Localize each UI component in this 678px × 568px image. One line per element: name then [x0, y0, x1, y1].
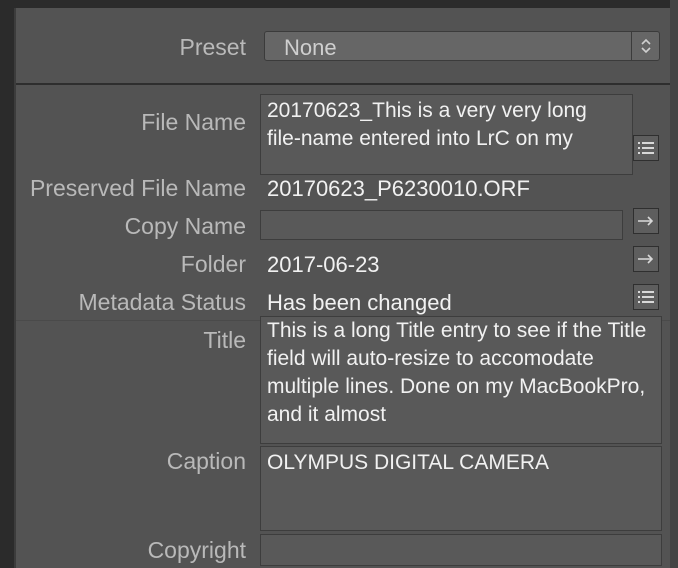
folder-label: Folder	[180, 251, 246, 277]
preset-selected-value: None	[284, 35, 337, 60]
top-border	[0, 0, 678, 8]
metadata-status-label: Metadata Status	[78, 289, 247, 315]
arrow-right-icon	[638, 216, 654, 226]
file-name-field[interactable]: 20170623_This is a very very long file-n…	[260, 94, 633, 175]
metadata-status-list-button[interactable]	[633, 284, 659, 310]
title-value: This is a long Title entry to see if the…	[267, 319, 653, 426]
caption-value: OLYMPUS DIGITAL CAMERA	[267, 451, 549, 474]
arrow-right-icon	[638, 254, 654, 264]
preserved-file-name-label: Preserved File Name	[29, 175, 246, 201]
right-panel-edge	[670, 0, 678, 568]
caption-field[interactable]: OLYMPUS DIGITAL CAMERA	[260, 446, 662, 531]
folder-goto-button[interactable]	[633, 246, 659, 272]
preset-select[interactable]: None	[264, 31, 660, 61]
list-icon	[638, 291, 654, 303]
copy-name-goto-button[interactable]	[633, 208, 659, 234]
copyright-field[interactable]	[260, 534, 662, 566]
folder-value: 2017-06-23	[267, 252, 380, 277]
up-down-chevron-icon	[631, 32, 659, 60]
file-name-value: 20170623_This is a very very long file-n…	[267, 99, 593, 150]
title-label: Title	[203, 327, 246, 353]
file-name-label: File Name	[141, 109, 246, 135]
copy-name-label: Copy Name	[124, 213, 246, 239]
file-name-list-button[interactable]	[633, 135, 659, 161]
left-panel-edge	[0, 0, 14, 568]
left-panel-edge-highlight	[14, 8, 16, 568]
preserved-file-name-value: 20170623_P6230010.ORF	[267, 176, 530, 201]
metadata-panel: Preset None File Name 20170623_This is a…	[0, 0, 678, 568]
list-icon	[638, 142, 654, 154]
copyright-label: Copyright	[147, 537, 246, 563]
preset-label: Preset	[179, 34, 246, 60]
copy-name-field[interactable]	[260, 210, 623, 240]
title-field[interactable]: This is a long Title entry to see if the…	[260, 316, 662, 444]
caption-label: Caption	[166, 448, 246, 474]
metadata-status-value: Has been changed	[267, 290, 452, 315]
section-divider	[16, 83, 670, 85]
